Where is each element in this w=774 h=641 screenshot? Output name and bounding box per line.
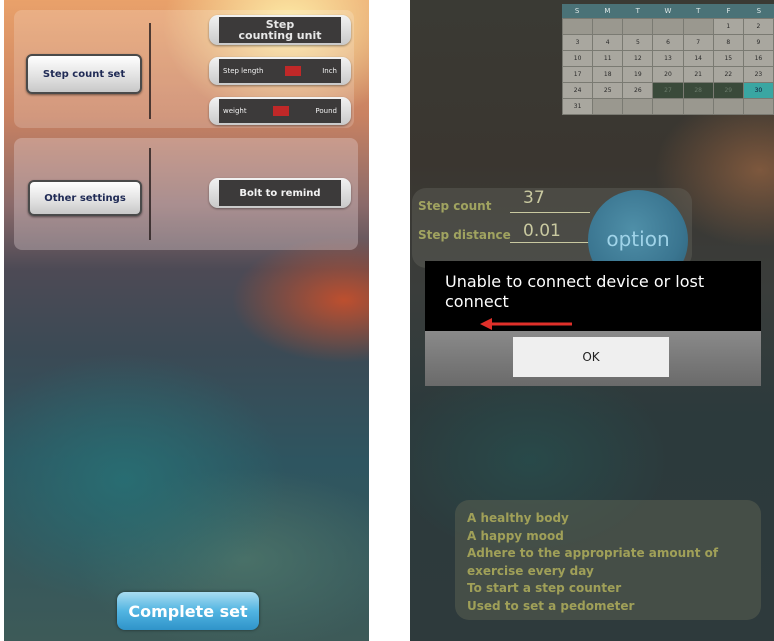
calendar: SMTWTFS 1 2 3 4 5 6 7 8 9 10 11 12 13 14 15 16 17 18 19 20 2… bbox=[562, 4, 774, 126]
weight-unit: Pound bbox=[315, 107, 337, 115]
step-counting-unit-header: Step counting unit bbox=[209, 15, 351, 45]
step-distance-label: Step distance bbox=[418, 228, 511, 242]
calendar-day[interactable]: 11 bbox=[593, 51, 623, 66]
calendar-day[interactable]: 27 bbox=[653, 83, 683, 98]
calendar-weekday: T bbox=[696, 7, 701, 15]
underline bbox=[510, 242, 590, 243]
calendar-empty-cell bbox=[593, 19, 623, 34]
calendar-empty-cell bbox=[623, 99, 653, 114]
calendar-day[interactable]: 12 bbox=[623, 51, 653, 66]
calendar-day[interactable]: 14 bbox=[683, 51, 713, 66]
calendar-empty-cell bbox=[653, 19, 683, 34]
calendar-weekday: F bbox=[726, 7, 731, 15]
ok-button[interactable]: OK bbox=[513, 337, 669, 377]
calendar-weekday-header: SMTWTFS bbox=[562, 4, 774, 18]
red-arrow-icon bbox=[480, 318, 572, 330]
motto-line: Used to set a pedometer bbox=[467, 598, 635, 613]
dialog-message: Unable to connect device or lost connect bbox=[445, 272, 705, 311]
weight-label: weight bbox=[223, 107, 247, 115]
pedometer-screen: SMTWTFS 1 2 3 4 5 6 7 8 9 10 11 12 13 14 15 16 17 18 19 20 2… bbox=[410, 0, 774, 641]
calendar-day[interactable]: 7 bbox=[683, 35, 713, 50]
complete-set-button[interactable]: Complete set bbox=[117, 592, 259, 630]
calendar-day[interactable]: 8 bbox=[713, 35, 743, 50]
calendar-day[interactable]: 15 bbox=[713, 51, 743, 66]
bolt-to-remind-button[interactable]: Bolt to remind bbox=[209, 178, 351, 208]
motto-line: exercise every day bbox=[467, 563, 594, 578]
step-counting-unit-line2: counting unit bbox=[238, 29, 322, 42]
divider bbox=[149, 23, 151, 119]
dialog-button-bar: OK bbox=[425, 331, 761, 386]
motto-line: A healthy body bbox=[467, 511, 569, 525]
calendar-empty-cell bbox=[683, 19, 713, 34]
calendar-day[interactable]: 26 bbox=[623, 83, 653, 98]
step-length-unit: Inch bbox=[322, 67, 337, 75]
calendar-grid: 1 2 3 4 5 6 7 8 9 10 11 12 13 14 15 16 17 18 19 20 21 22 23 24 2… bbox=[562, 18, 774, 115]
calendar-empty-cell bbox=[653, 99, 683, 114]
calendar-empty-cell bbox=[713, 99, 743, 114]
calendar-day[interactable]: 31 bbox=[563, 99, 593, 114]
calendar-weekday: T bbox=[635, 7, 640, 15]
other-settings-button[interactable]: Other settings bbox=[28, 180, 142, 216]
calendar-day[interactable]: 25 bbox=[593, 83, 623, 98]
calendar-empty-cell bbox=[683, 99, 713, 114]
calendar-day[interactable]: 22 bbox=[713, 67, 743, 82]
connection-error-dialog: Unable to connect device or lost connect… bbox=[425, 261, 761, 386]
step-count-set-button[interactable]: Step count set bbox=[26, 54, 142, 94]
calendar-day[interactable]: 19 bbox=[623, 67, 653, 82]
calendar-day[interactable]: 1 bbox=[713, 19, 743, 34]
calendar-weekday: M bbox=[604, 7, 611, 15]
calendar-day[interactable]: 5 bbox=[623, 35, 653, 50]
calendar-empty-cell bbox=[563, 19, 593, 34]
calendar-day[interactable]: 20 bbox=[653, 67, 683, 82]
step-settings-screen: Step count set Other settings Step count… bbox=[4, 0, 369, 641]
motto-line: Adhere to the appropriate amount of bbox=[467, 546, 719, 560]
weight-input[interactable] bbox=[273, 106, 290, 116]
calendar-day[interactable]: 24 bbox=[563, 83, 593, 98]
step-length-field[interactable]: Step length Inch bbox=[209, 57, 351, 85]
step-length-input[interactable] bbox=[284, 66, 301, 76]
calendar-day[interactable]: 13 bbox=[653, 51, 683, 66]
underline bbox=[510, 212, 590, 213]
calendar-day[interactable]: 17 bbox=[563, 67, 593, 82]
calendar-day[interactable]: 30 bbox=[743, 83, 773, 98]
bolt-to-remind-label: Bolt to remind bbox=[239, 187, 321, 199]
calendar-day[interactable]: 29 bbox=[713, 83, 743, 98]
calendar-day[interactable]: 23 bbox=[743, 67, 773, 82]
calendar-day[interactable]: 16 bbox=[743, 51, 773, 66]
option-label: option bbox=[606, 227, 670, 251]
calendar-weekday: S bbox=[574, 7, 580, 15]
calendar-day[interactable]: 28 bbox=[683, 83, 713, 98]
step-length-label: Step length bbox=[223, 67, 264, 75]
calendar-day[interactable]: 9 bbox=[743, 35, 773, 50]
calendar-day[interactable]: 6 bbox=[653, 35, 683, 50]
calendar-weekday: W bbox=[664, 7, 672, 15]
motto-line: To start a step counter bbox=[467, 581, 622, 595]
motto-line: A happy mood bbox=[467, 528, 564, 543]
step-distance-value: 0.01 bbox=[523, 221, 561, 241]
motto-text: A healthy body A happy mood Adhere to the … bbox=[467, 510, 757, 615]
step-count-value: 37 bbox=[523, 188, 545, 208]
step-count-label: Step count bbox=[418, 199, 492, 213]
divider bbox=[149, 148, 151, 240]
calendar-day[interactable]: 2 bbox=[743, 19, 773, 34]
calendar-empty-cell bbox=[743, 99, 773, 114]
calendar-weekday: S bbox=[756, 7, 762, 15]
calendar-empty-cell bbox=[623, 19, 653, 34]
calendar-day[interactable]: 18 bbox=[593, 67, 623, 82]
motto-panel: A healthy body A happy mood Adhere to the … bbox=[455, 500, 761, 620]
weight-field[interactable]: weight Pound bbox=[209, 97, 351, 125]
calendar-day[interactable]: 21 bbox=[683, 67, 713, 82]
calendar-day[interactable]: 3 bbox=[563, 35, 593, 50]
calendar-day[interactable]: 4 bbox=[593, 35, 623, 50]
calendar-empty-cell bbox=[593, 99, 623, 114]
calendar-day[interactable]: 10 bbox=[563, 51, 593, 66]
